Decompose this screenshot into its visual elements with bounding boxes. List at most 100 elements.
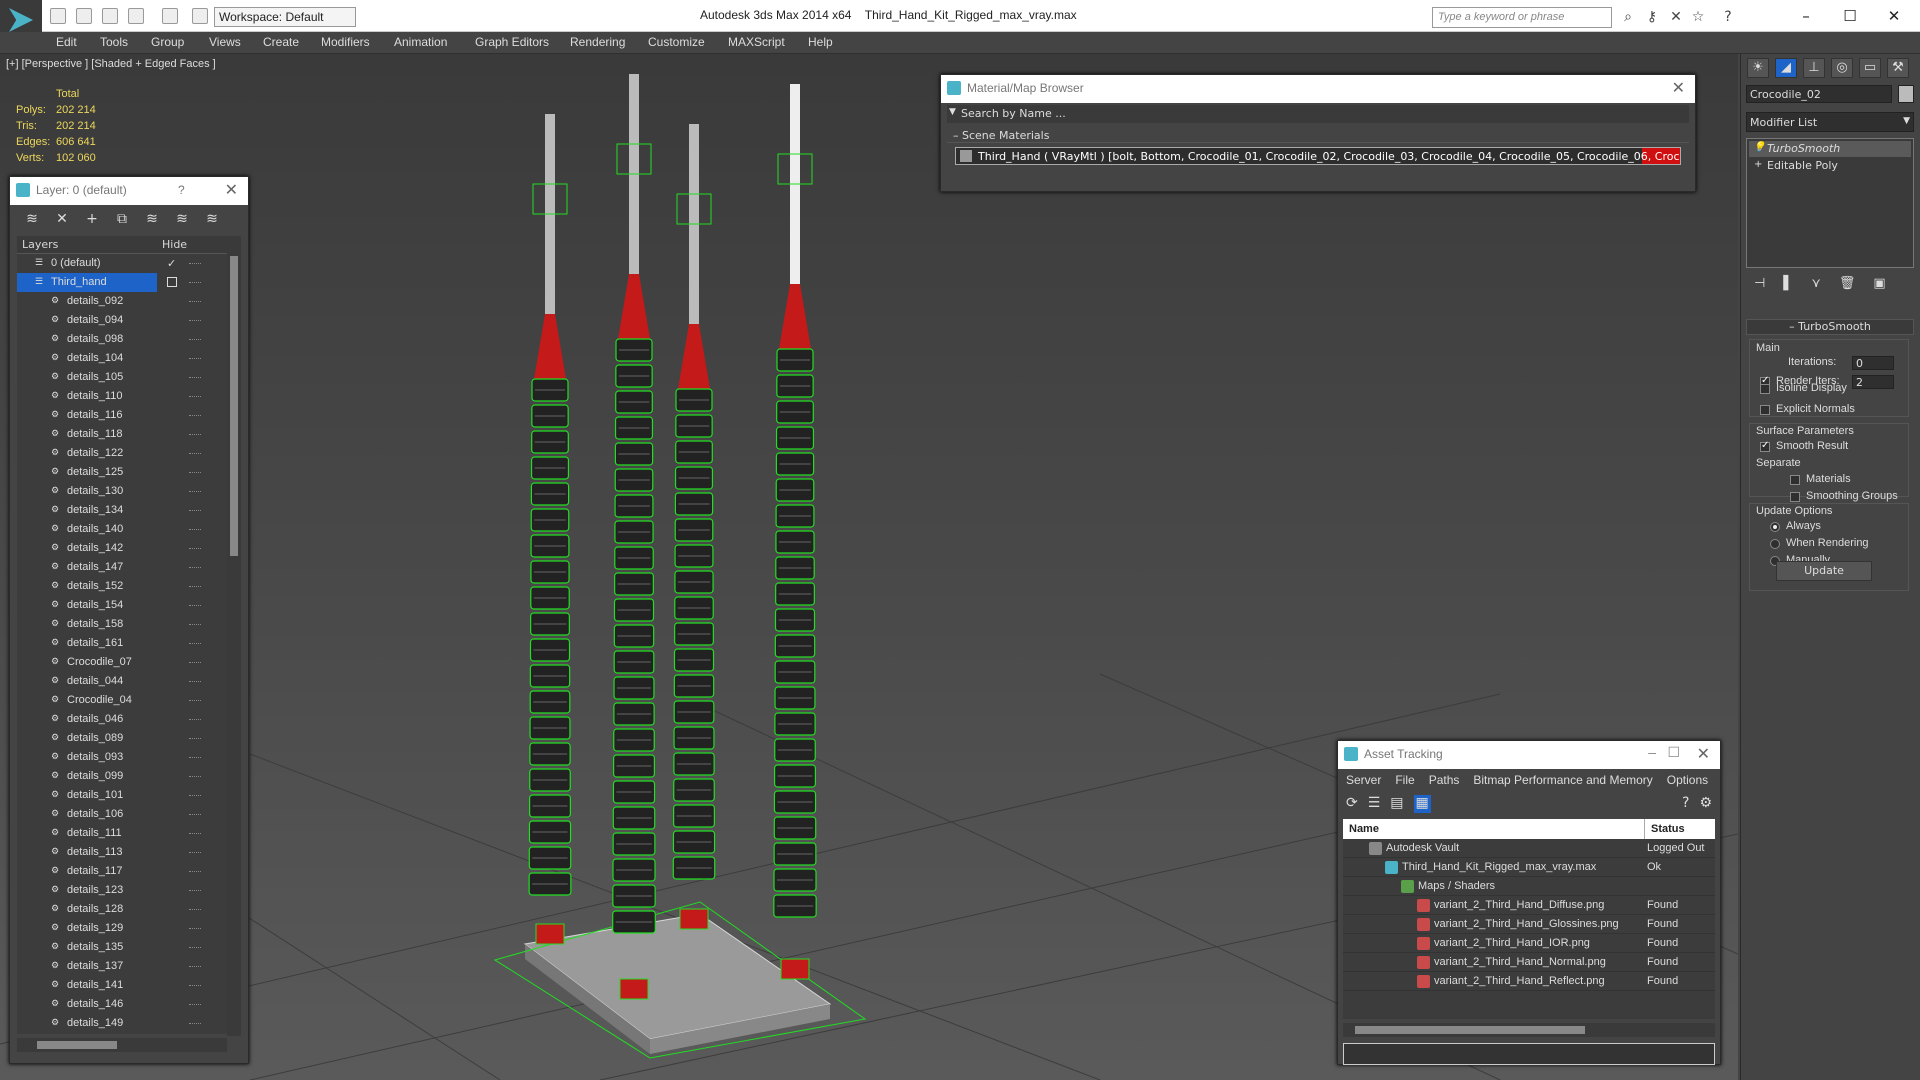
minimize-icon[interactable]: –: [1786, 4, 1826, 28]
menu-graph-editors[interactable]: Graph Editors: [475, 35, 549, 49]
menu-create[interactable]: Create: [263, 35, 299, 49]
layer-object-row[interactable]: ⚙ details_092: [17, 292, 227, 311]
menu-tools[interactable]: Tools: [100, 35, 128, 49]
hide-toggle[interactable]: [189, 301, 201, 302]
layer-object-row[interactable]: ⚙ details_089: [17, 729, 227, 748]
asset-hscroll[interactable]: [1343, 1023, 1715, 1037]
hide-toggle[interactable]: [189, 510, 201, 511]
hide-toggle[interactable]: [189, 453, 201, 454]
hide-toggle[interactable]: [189, 795, 201, 796]
layer-object-row[interactable]: ⚙ details_104: [17, 349, 227, 368]
freeze-all-layers-icon[interactable]: ≋: [202, 211, 222, 227]
layer-object-row[interactable]: ⚙ details_046: [17, 710, 227, 729]
material-browser-title[interactable]: Material/Map Browser ✕: [941, 75, 1695, 103]
modifier-list-dropdown[interactable]: Modifier List ▼: [1746, 112, 1914, 132]
asset-row[interactable]: Third_Hand_Kit_Rigged_max_vray.max Ok: [1343, 858, 1715, 877]
vault-settings-icon[interactable]: ⚙: [1699, 795, 1712, 813]
hide-toggle[interactable]: [189, 396, 201, 397]
layer-object-row[interactable]: ⚙ details_110: [17, 387, 227, 406]
hide-toggle[interactable]: [189, 700, 201, 701]
hide-toggle[interactable]: [189, 263, 201, 264]
col-layers[interactable]: Layers: [17, 236, 157, 253]
asset-menu-paths[interactable]: Paths: [1429, 773, 1460, 787]
list-view-icon[interactable]: ☰: [1368, 795, 1381, 813]
turbosmooth-rollout-header[interactable]: – TurboSmooth: [1746, 319, 1914, 335]
hide-toggle[interactable]: [189, 491, 201, 492]
hide-toggle[interactable]: [189, 719, 201, 720]
layer-vscroll[interactable]: [227, 236, 241, 1036]
hide-toggle[interactable]: [189, 909, 201, 910]
expand-plus-icon[interactable]: +: [1754, 159, 1762, 170]
light-bulb-icon[interactable]: 💡: [1753, 142, 1765, 153]
finger-tower[interactable]: [672, 124, 716, 930]
hide-toggle[interactable]: [189, 871, 201, 872]
hide-toggle[interactable]: [189, 814, 201, 815]
asset-row[interactable]: variant_2_Third_Hand_Reflect.png Found: [1343, 972, 1715, 991]
smooth-result-checkbox[interactable]: [1760, 440, 1770, 452]
hide-toggle[interactable]: [189, 339, 201, 340]
col-hide[interactable]: Hide: [157, 236, 192, 253]
menu-help[interactable]: Help: [808, 35, 833, 49]
configure-sets-icon[interactable]: ▣: [1873, 276, 1885, 296]
layer-object-row[interactable]: ⚙ details_135: [17, 938, 227, 957]
layer-help-icon[interactable]: ?: [178, 183, 185, 197]
menu-customize[interactable]: Customize: [648, 35, 705, 49]
layer-object-row[interactable]: ⚙ details_130: [17, 482, 227, 501]
menu-animation[interactable]: Animation: [394, 35, 447, 49]
asset-row[interactable]: variant_2_Third_Hand_Diffuse.png Found: [1343, 896, 1715, 915]
hide-toggle[interactable]: [189, 985, 201, 986]
layer-object-row[interactable]: ⚙ details_099: [17, 767, 227, 786]
help-icon[interactable]: ?: [1720, 9, 1736, 25]
key-icon[interactable]: ⚷: [1644, 9, 1660, 25]
col-status[interactable]: Status: [1645, 819, 1715, 839]
object-name-field[interactable]: Crocodile_02: [1746, 85, 1892, 103]
menu-views[interactable]: Views: [209, 35, 241, 49]
object-color-swatch[interactable]: [1898, 85, 1914, 103]
menu-modifiers[interactable]: Modifiers: [321, 35, 370, 49]
asset-path-field[interactable]: [1343, 1043, 1715, 1065]
layer-object-row[interactable]: ⚙ Crocodile_04: [17, 691, 227, 710]
layer-object-row[interactable]: ⚙ details_111: [17, 824, 227, 843]
hide-toggle[interactable]: [189, 852, 201, 853]
layer-object-row[interactable]: ⚙ details_125: [17, 463, 227, 482]
hide-toggle[interactable]: [189, 377, 201, 378]
hide-toggle[interactable]: [189, 643, 201, 644]
layer-object-row[interactable]: ⚙ details_044: [17, 672, 227, 691]
display-tab-icon[interactable]: ▭: [1859, 58, 1881, 78]
hide-toggle[interactable]: [189, 472, 201, 473]
asset-row[interactable]: variant_2_Third_Hand_IOR.png Found: [1343, 934, 1715, 953]
search-input[interactable]: Type a keyword or phrase: [1432, 7, 1612, 28]
hide-toggle[interactable]: [189, 947, 201, 948]
hide-toggle[interactable]: [189, 757, 201, 758]
finger-tower[interactable]: [612, 74, 656, 1000]
highlight-layer-icon[interactable]: ≋: [142, 211, 162, 227]
menu-edit[interactable]: Edit: [56, 35, 77, 49]
layer-object-row[interactable]: ⚙ details_094: [17, 311, 227, 330]
scene-materials-section[interactable]: – Scene Materials: [947, 127, 1689, 143]
layer-object-row[interactable]: ⚙ details_101: [17, 786, 227, 805]
asset-row[interactable]: Maps / Shaders: [1343, 877, 1715, 896]
utilities-tab-icon[interactable]: ⚒: [1887, 58, 1909, 78]
layer-object-row[interactable]: ⚙ details_116: [17, 406, 227, 425]
material-browser-close-icon[interactable]: ✕: [1672, 78, 1685, 98]
hide-toggle[interactable]: [189, 282, 201, 283]
pin-stack-icon[interactable]: ⊣: [1754, 276, 1765, 296]
layer-object-row[interactable]: ⚙ details_098: [17, 330, 227, 349]
render-iters-spinner[interactable]: 2: [1852, 375, 1894, 389]
explicit-normals-checkbox[interactable]: [1760, 405, 1770, 415]
material-row[interactable]: Third_Hand ( VRayMtl ) [bolt, Bottom, Cr…: [955, 147, 1681, 165]
iterations-spinner[interactable]: 0: [1852, 356, 1894, 370]
layer-object-row[interactable]: ⚙ details_137: [17, 957, 227, 976]
layer-object-row[interactable]: ⚙ details_149: [17, 1014, 227, 1033]
finger-tower[interactable]: [528, 114, 572, 945]
hide-toggle[interactable]: [189, 1004, 201, 1005]
layer-hscroll[interactable]: [17, 1038, 227, 1052]
layer-object-row[interactable]: ⚙ details_106: [17, 805, 227, 824]
layer-object-row[interactable]: ⚙ details_113: [17, 843, 227, 862]
favorites-icon[interactable]: ☆: [1690, 9, 1706, 25]
hide-toggle[interactable]: [189, 1023, 201, 1024]
thumbnail-view-icon[interactable]: ▤: [1390, 795, 1403, 813]
hide-toggle[interactable]: [189, 605, 201, 606]
always-radio[interactable]: [1770, 522, 1780, 532]
update-button[interactable]: Update: [1776, 561, 1872, 581]
